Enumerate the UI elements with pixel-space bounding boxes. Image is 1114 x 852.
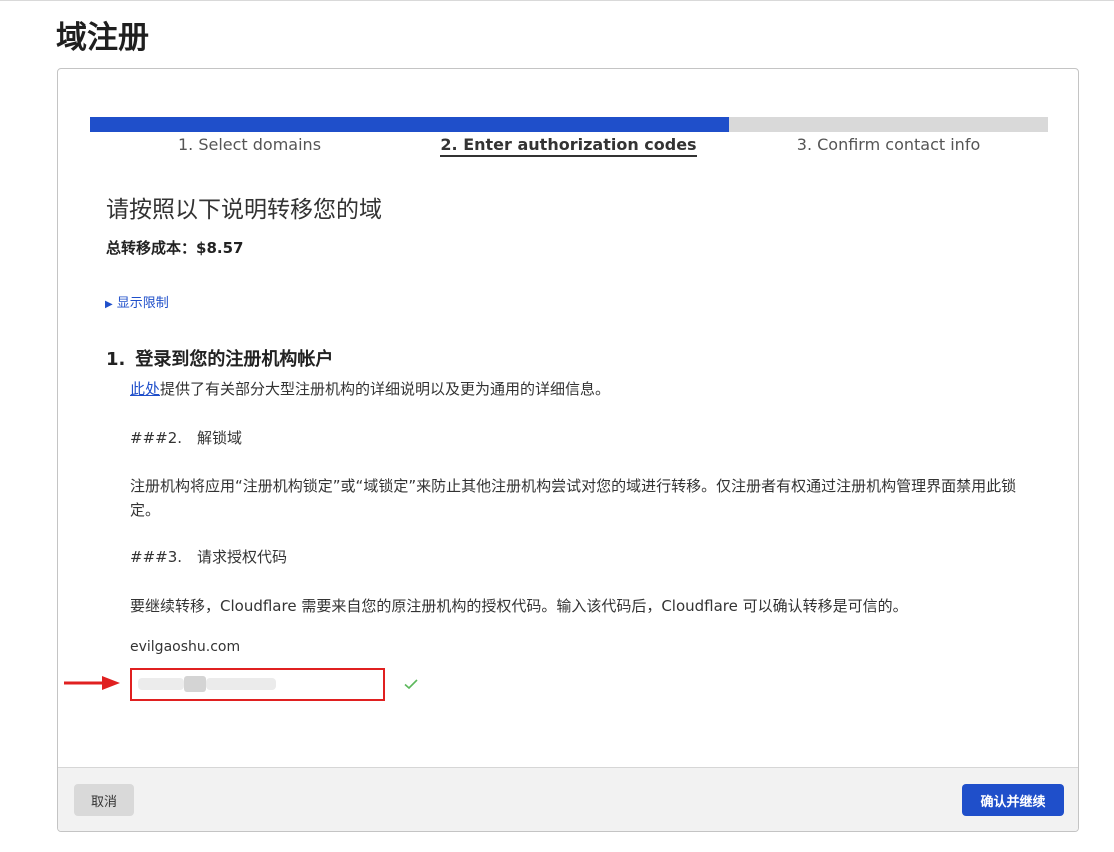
wizard-steps: 1. Select domains 2. Enter authorization…	[90, 135, 1048, 159]
transfer-card: 1. Select domains 2. Enter authorization…	[57, 68, 1079, 832]
total-cost: 总转移成本：$8.57	[106, 237, 243, 258]
wizard-step-confirm-contact[interactable]: 3. Confirm contact info	[729, 135, 1048, 154]
wizard-progress-fill	[90, 117, 729, 132]
show-limits-toggle[interactable]: ▶ 显示限制	[105, 292, 169, 311]
section-heading: 请按照以下说明转移您的域	[106, 197, 382, 223]
domain-name-label: evilgaoshu.com	[130, 639, 241, 655]
total-cost-value: $8.57	[196, 239, 244, 257]
top-divider	[0, 0, 1114, 1]
cancel-button[interactable]: 取消	[74, 784, 134, 816]
redacted-code-blur	[138, 678, 184, 690]
card-footer: 取消 确认并继续	[58, 767, 1078, 831]
step1-title: 登录到您的注册机构帐户	[135, 349, 334, 370]
step2-description: 注册机构将应用“注册机构锁定”或“域锁定”来防止其他注册机构尝试对您的域进行转移…	[130, 477, 1017, 519]
step1-description: 此处提供了有关部分大型注册机构的详细说明以及更为通用的详细信息。	[130, 377, 610, 401]
step3-description: 要继续转移，Cloudflare 需要来自您的原注册机构的授权代码。输入该代码后…	[130, 597, 908, 615]
disclosure-triangle-icon: ▶	[105, 299, 113, 310]
total-cost-label: 总转移成本：	[106, 239, 197, 257]
step2-heading: ###2. 解锁域	[130, 429, 243, 447]
page-title: 域注册	[56, 20, 149, 56]
redacted-code-blur	[184, 676, 206, 692]
step1-text: 提供了有关部分大型注册机构的详细说明以及更为通用的详细信息。	[160, 380, 611, 398]
show-limits-label: 显示限制	[116, 296, 169, 311]
confirm-continue-button[interactable]: 确认并继续	[962, 784, 1064, 816]
registrar-instructions-link[interactable]: 此处	[130, 380, 160, 398]
step1-number: 1.	[106, 349, 126, 370]
check-icon	[404, 679, 418, 690]
step1-heading: 1. 登录到您的注册机构帐户	[106, 345, 333, 371]
wizard-step-select-domains[interactable]: 1. Select domains	[90, 135, 409, 154]
annotation-arrow-icon	[64, 676, 120, 690]
redacted-code-blur	[206, 678, 276, 690]
wizard-step-enter-auth-codes[interactable]: 2. Enter authorization codes	[409, 135, 728, 157]
step3-heading: ###3. 请求授权代码	[130, 548, 288, 566]
wizard-progress-bar	[90, 117, 1048, 132]
